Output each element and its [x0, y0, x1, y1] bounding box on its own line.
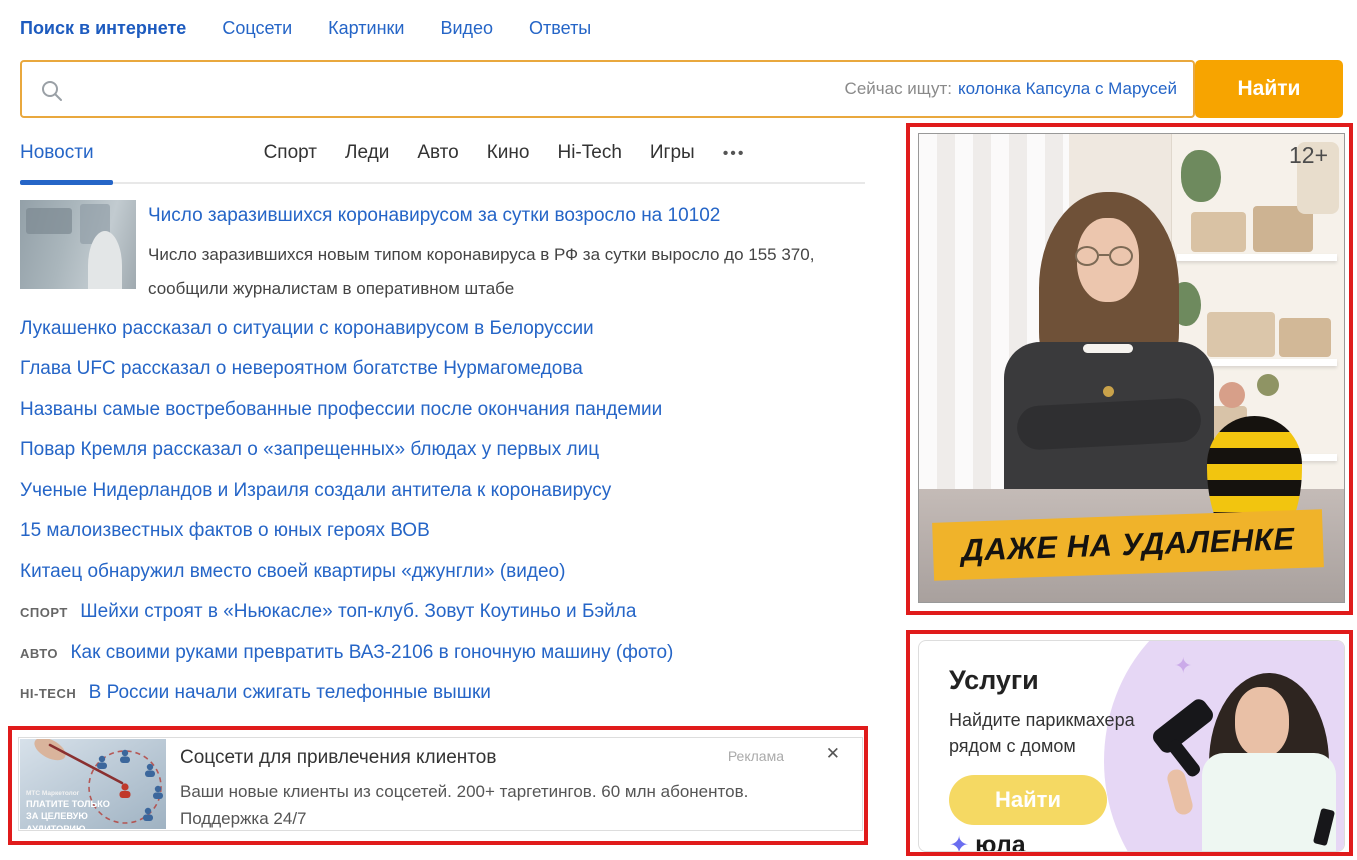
photo-flower	[1219, 382, 1245, 408]
search-input[interactable]	[72, 62, 812, 116]
glasses-icon	[1075, 246, 1099, 266]
list-item: Ученые Нидерландов и Израиля создали ант…	[20, 480, 865, 508]
glasses-bridge	[1099, 254, 1109, 256]
news-link[interactable]: Как своими руками превратить ВАЗ-2106 в …	[70, 642, 673, 663]
news-link[interactable]: Ученые Нидерландов и Израиля создали ант…	[20, 480, 611, 501]
tab-lady[interactable]: Леди	[345, 142, 389, 164]
tab-auto[interactable]: Авто	[417, 142, 458, 164]
tab-games[interactable]: Игры	[650, 142, 695, 164]
nav-item-answers[interactable]: Ответы	[529, 18, 591, 39]
thumbnail-shape	[88, 231, 122, 289]
list-item: Повар Кремля рассказал о «запрещенных» б…	[20, 439, 865, 467]
photo-basket	[1191, 212, 1246, 252]
services-find-button[interactable]: Найти	[949, 775, 1107, 825]
yula-star-icon: ✦	[949, 831, 969, 852]
glasses-icon	[1109, 246, 1133, 266]
nav-item-video[interactable]: Видео	[440, 18, 493, 39]
photo-collar	[1083, 344, 1133, 353]
news-link[interactable]: Названы самые востребованные профессии п…	[20, 399, 662, 420]
list-item: Лукашенко рассказал о ситуации с коронав…	[20, 318, 865, 346]
page: Поиск в интернете Соцсети Картинки Видео…	[0, 0, 1357, 860]
search-icon	[40, 79, 64, 103]
active-tab-indicator	[20, 180, 113, 185]
category-label: hi-tech	[20, 686, 76, 701]
tab-kino[interactable]: Кино	[487, 142, 530, 164]
news-link[interactable]: Повар Кремля рассказал о «запрещенных» б…	[20, 439, 599, 460]
news-link[interactable]: Шейхи строят в «Ньюкасле» топ-клуб. Зову…	[80, 601, 636, 622]
lead-article-title[interactable]: Число заразившихся коронавирусом за сутк…	[148, 205, 848, 227]
thumbnail-shape	[26, 208, 72, 234]
news-link[interactable]: В России начали сжигать телефонные вышки	[89, 682, 491, 703]
banner-ad[interactable]: ДАЖЕ НА УДАЛЕНКЕ 12+	[918, 133, 1345, 603]
list-item: авто Как своими руками превратить ВАЗ-21…	[20, 642, 865, 670]
services-subtitle: Найдите парикмахера рядом с домом	[949, 707, 1135, 759]
search-hint-link[interactable]: колонка Капсула с Марусей	[958, 79, 1177, 99]
category-label: авто	[20, 646, 58, 661]
age-rating-label: 12+	[1289, 142, 1328, 169]
mts-line2: ЗА ЦЕЛЕВУЮ	[26, 811, 88, 821]
tabs-divider	[20, 182, 865, 184]
list-item: 15 малоизвестных фактов о юных героях ВО…	[20, 520, 865, 548]
news-link[interactable]: Китаец обнаружил вместо своей квартиры «…	[20, 561, 565, 582]
mts-line3: АУДИТОРИЮ	[26, 824, 86, 829]
nav-item-web-search[interactable]: Поиск в интернете	[20, 18, 186, 39]
photo-basket	[1207, 312, 1275, 357]
search-hint: Сейчас ищут: колонка Капсула с Марусей	[845, 62, 1177, 116]
services-title: Услуги	[949, 665, 1039, 696]
list-item: Китаец обнаружил вместо своей квартиры «…	[20, 561, 865, 589]
photo-shelf	[1177, 254, 1337, 261]
list-item: спорт Шейхи строят в «Ньюкасле» топ-клуб…	[20, 601, 865, 629]
tabs: Новости Спорт Леди Авто Кино Hi-Tech Игр…	[20, 142, 746, 164]
yula-brand-name: юла	[975, 831, 1026, 852]
mts-brand-text: МТС Маркетолог	[26, 790, 80, 797]
photo-basket	[1279, 318, 1331, 357]
list-item: Глава UFC рассказал о невероятном богатс…	[20, 358, 865, 386]
list-item: Названы самые востребованные профессии п…	[20, 399, 865, 427]
close-icon[interactable]: ✕	[826, 744, 840, 764]
services-subtitle-line2: рядом с домом	[949, 733, 1135, 759]
sparkle-icon: ✦	[1174, 653, 1192, 679]
category-label: спорт	[20, 605, 68, 620]
nav-item-social[interactable]: Соцсети	[222, 18, 292, 39]
news-link[interactable]: Лукашенко рассказал о ситуации с коронав…	[20, 318, 594, 339]
inline-ad-title[interactable]: Соцсети для привлечения клиентов	[180, 747, 496, 769]
inline-ad-card: МТС Маркетолог ПЛАТИТЕ ТОЛЬКО ЗА ЦЕЛЕВУЮ…	[18, 737, 863, 831]
lead-article-thumbnail[interactable]	[20, 200, 136, 289]
services-subtitle-line1: Найдите парикмахера	[949, 707, 1135, 733]
more-tabs-icon[interactable]: •••	[723, 145, 746, 163]
search-box: Сейчас ищут: колонка Капсула с Марусей	[20, 60, 1195, 118]
photo-flower	[1257, 374, 1279, 396]
nav-item-images[interactable]: Картинки	[328, 18, 404, 39]
photo-plant	[1181, 150, 1221, 202]
necklace-icon	[1103, 386, 1114, 397]
inline-ad-image[interactable]: МТС Маркетолог ПЛАТИТЕ ТОЛЬКО ЗА ЦЕЛЕВУЮ…	[20, 739, 166, 829]
top-nav: Поиск в интернете Соцсети Картинки Видео…	[20, 18, 591, 39]
search-button[interactable]: Найти	[1195, 60, 1343, 118]
mts-line1: ПЛАТИТЕ ТОЛЬКО	[26, 799, 110, 809]
inline-ad-body: Ваши новые клиенты из соцсетей. 200+ тар…	[180, 778, 780, 832]
tab-hitech[interactable]: Hi-Tech	[557, 142, 621, 164]
news-link[interactable]: Глава UFC рассказал о невероятном богатс…	[20, 358, 583, 379]
services-ad-card[interactable]: ✦ Услуги Найдите парикмахера рядом с дом…	[918, 640, 1345, 852]
tab-news[interactable]: Новости	[20, 142, 94, 164]
yula-logo: ✦ юла	[949, 831, 1026, 852]
list-item: hi-tech В России начали сжигать телефонн…	[20, 682, 865, 710]
tab-sport[interactable]: Спорт	[264, 142, 317, 164]
lead-article-summary: Число заразившихся новым типом коронавир…	[148, 238, 848, 306]
photo-woman-face	[1235, 687, 1289, 757]
ad-label: Реклама	[728, 748, 784, 764]
news-link[interactable]: 15 малоизвестных фактов о юных героях ВО…	[20, 520, 430, 541]
search-hint-prefix: Сейчас ищут:	[845, 79, 952, 99]
